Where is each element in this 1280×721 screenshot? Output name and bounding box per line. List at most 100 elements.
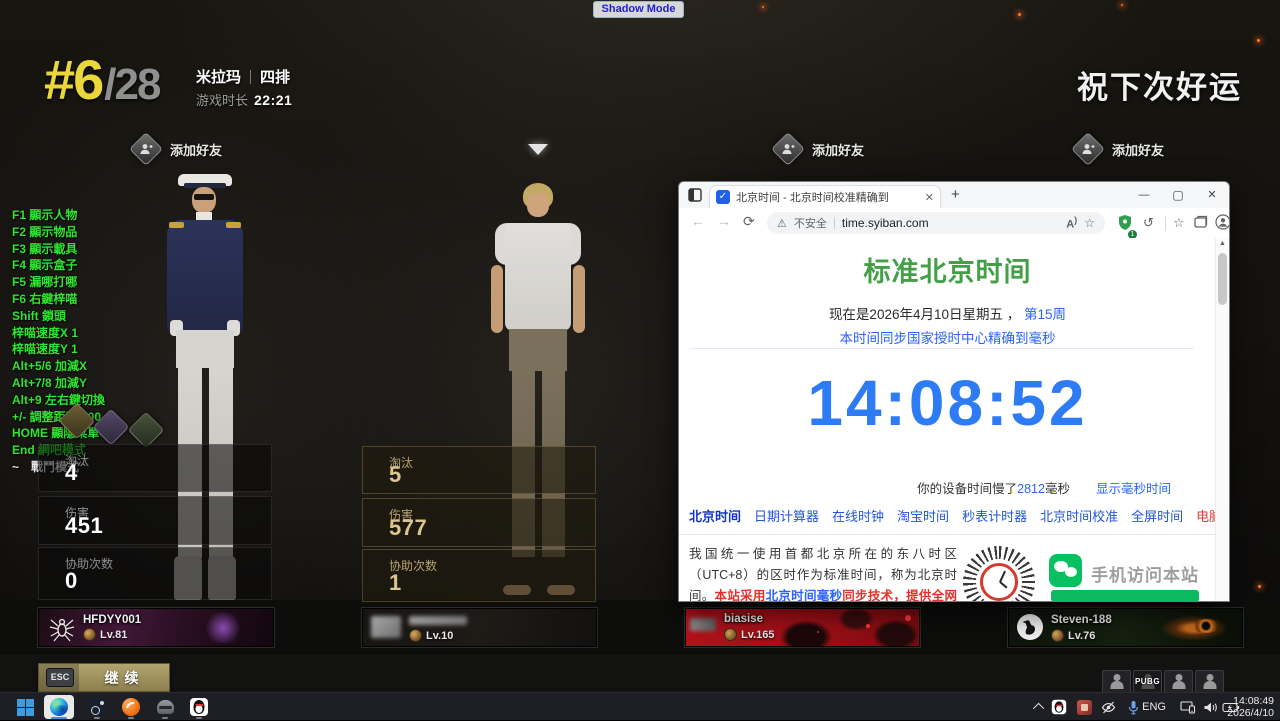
sync-link[interactable]: 本时间同步国家授时中心精确到毫秒 — [840, 331, 1056, 346]
cheat-overlay-menu: F1 顯示人物 F2 顯示物品 F3 顯示載具 F4 顯示盒子 F5 漏哪打哪 … — [12, 209, 105, 478]
squad-member-button-2[interactable]: PUBG — [1133, 670, 1162, 693]
refresh-button[interactable]: ⟳ — [743, 213, 755, 230]
nav-link[interactable]: 北京时间校准 — [1040, 506, 1118, 525]
tray-volume[interactable] — [1203, 693, 1218, 721]
lower-strip — [0, 655, 1280, 692]
extension-icon[interactable]: ↺ — [1143, 215, 1154, 231]
scroll-up-arrow[interactable]: ▲ — [1216, 240, 1229, 247]
add-friend-label: 添加好友 — [170, 140, 222, 159]
language-indicator[interactable]: ENG — [1136, 693, 1172, 721]
match-info: 米拉玛 四排 — [196, 66, 290, 87]
divider — [834, 217, 835, 229]
taskbar-steam-button[interactable] — [82, 695, 112, 719]
favorites-hub-icon[interactable]: ☆ — [1173, 215, 1185, 231]
add-friend-icon — [771, 132, 805, 166]
squad-member-button-1[interactable] — [1102, 670, 1131, 693]
tray-eye-off[interactable] — [1101, 693, 1116, 721]
tab-actions-icon[interactable] — [688, 188, 702, 202]
censored-name — [409, 616, 467, 625]
player-name: Steven-188 — [1051, 614, 1112, 626]
head — [527, 193, 549, 217]
nav-link[interactable]: 全屏时间 — [1131, 506, 1183, 525]
url-text: time.syiban.com — [842, 216, 1059, 230]
nav-link[interactable]: 淘宝时间 — [897, 506, 949, 525]
kills-value: 4 — [65, 460, 78, 486]
browser-titlebar: ✓ 北京时间 - 北京时间校准精确到 ✕ + — ▢ ✕ — [679, 182, 1229, 208]
nav-link[interactable]: 在线时钟 — [832, 506, 884, 525]
add-friend-button-4[interactable]: 添加好友 — [1076, 137, 1164, 161]
spider-avatar-icon — [47, 612, 77, 642]
forward-button[interactable]: → — [717, 213, 731, 229]
ember-particle — [1121, 4, 1123, 6]
taskbar-clock[interactable]: 14:08:49 2026/4/10 — [1227, 695, 1274, 719]
close-button[interactable]: ✕ — [1195, 182, 1229, 208]
maximize-button[interactable]: ▢ — [1161, 182, 1195, 208]
self-indicator-arrow — [528, 144, 548, 155]
minimize-button[interactable]: — — [1127, 182, 1161, 208]
add-friend-icon — [129, 132, 163, 166]
add-friend-button-3[interactable]: 添加好友 — [776, 137, 864, 161]
trousers-hip — [176, 330, 234, 368]
player-level: Lv.10 — [409, 629, 453, 642]
scroll-thumb[interactable] — [1218, 253, 1227, 305]
tray-qq[interactable] — [1050, 693, 1068, 721]
player-level: Lv.76 — [1051, 629, 1095, 642]
week-link[interactable]: 第15周 — [1024, 307, 1066, 322]
stat-panel-assists-p2: 协助次数 1 — [362, 549, 596, 602]
qq-icon — [190, 698, 208, 716]
chevron-up-icon — [1033, 703, 1044, 714]
team-card-2[interactable]: Lv.10 — [362, 608, 597, 647]
add-friend-button-1[interactable]: 添加好友 — [134, 137, 222, 161]
wechat-action-button[interactable] — [1051, 590, 1199, 601]
edge-icon — [50, 698, 68, 716]
sunglasses — [194, 194, 214, 200]
squad-member-button-4[interactable] — [1195, 670, 1224, 693]
profile-avatar-icon[interactable] — [1215, 214, 1230, 235]
nav-link[interactable]: 秒表计时器 — [962, 506, 1027, 525]
censored-avatar — [371, 616, 401, 638]
arm — [491, 265, 503, 333]
taskbar-pubg-button[interactable] — [150, 695, 180, 719]
start-button[interactable] — [10, 695, 40, 719]
tray-chevron[interactable] — [1036, 693, 1044, 721]
beijing-clock: 14:08:52 — [679, 366, 1216, 440]
taskbar-booster-button[interactable] — [116, 695, 146, 719]
tab-close-icon[interactable]: ✕ — [925, 191, 934, 204]
goose-avatar-icon — [1017, 614, 1043, 640]
team-card-1[interactable]: HFDYY001 Lv.81 — [38, 608, 274, 647]
back-button[interactable]: ← — [691, 213, 705, 229]
team-card-4[interactable]: Steven-188 Lv.76 — [1008, 608, 1243, 647]
divider — [679, 534, 1216, 535]
favorite-star-icon[interactable]: ☆ — [1084, 216, 1095, 230]
ember-particle — [1018, 13, 1021, 16]
read-aloud-icon[interactable]: A) — [1066, 215, 1077, 231]
nav-link[interactable]: 日期计算器 — [754, 506, 819, 525]
address-bar[interactable]: ⚠ 不安全 time.syiban.com A) ☆ — [767, 212, 1105, 234]
eye-art — [1192, 619, 1220, 633]
nav-link-sync-helper[interactable]: 电脑时间同步助手 — [1196, 506, 1216, 525]
continue-button[interactable]: ESC 继续 — [38, 663, 170, 692]
browser-toolbar: ← → ⟳ ⚠ 不安全 time.syiban.com A) ☆ 1 ↺ ☆ — [679, 208, 1229, 239]
player-name: biasise — [724, 613, 763, 625]
card-art — [905, 615, 911, 621]
collections-icon[interactable] — [1193, 214, 1208, 234]
rank-number: #6 — [44, 47, 102, 112]
cheat-item: F2 顯示物品 — [12, 226, 105, 238]
tray-game-app[interactable] — [1077, 693, 1092, 721]
tray-cast[interactable] — [1180, 693, 1196, 721]
match-rank: #6 /28 — [44, 47, 159, 112]
show-ms-link[interactable]: 显示毫秒时间 — [1096, 482, 1171, 496]
scrollbar[interactable]: ▲ — [1215, 238, 1229, 601]
adblock-shield-icon[interactable]: 1 — [1117, 214, 1133, 236]
browser-tab[interactable]: ✓ 北京时间 - 北京时间校准精确到 ✕ — [709, 185, 941, 208]
assists-value: 0 — [65, 568, 78, 594]
team-card-3[interactable]: biasise Lv.165 — [685, 608, 920, 647]
red-app-icon — [1077, 700, 1092, 715]
match-mode: 四排 — [260, 66, 290, 87]
date-line: 现在是2026年4月10日星期五 ， 第15周 — [679, 303, 1216, 323]
taskbar-qq-button[interactable] — [184, 695, 214, 719]
taskbar-edge-button[interactable] — [44, 695, 74, 719]
nav-link[interactable]: 北京时间 — [689, 506, 741, 525]
squad-member-button-3[interactable] — [1164, 670, 1193, 693]
new-tab-button[interactable]: + — [951, 186, 960, 203]
